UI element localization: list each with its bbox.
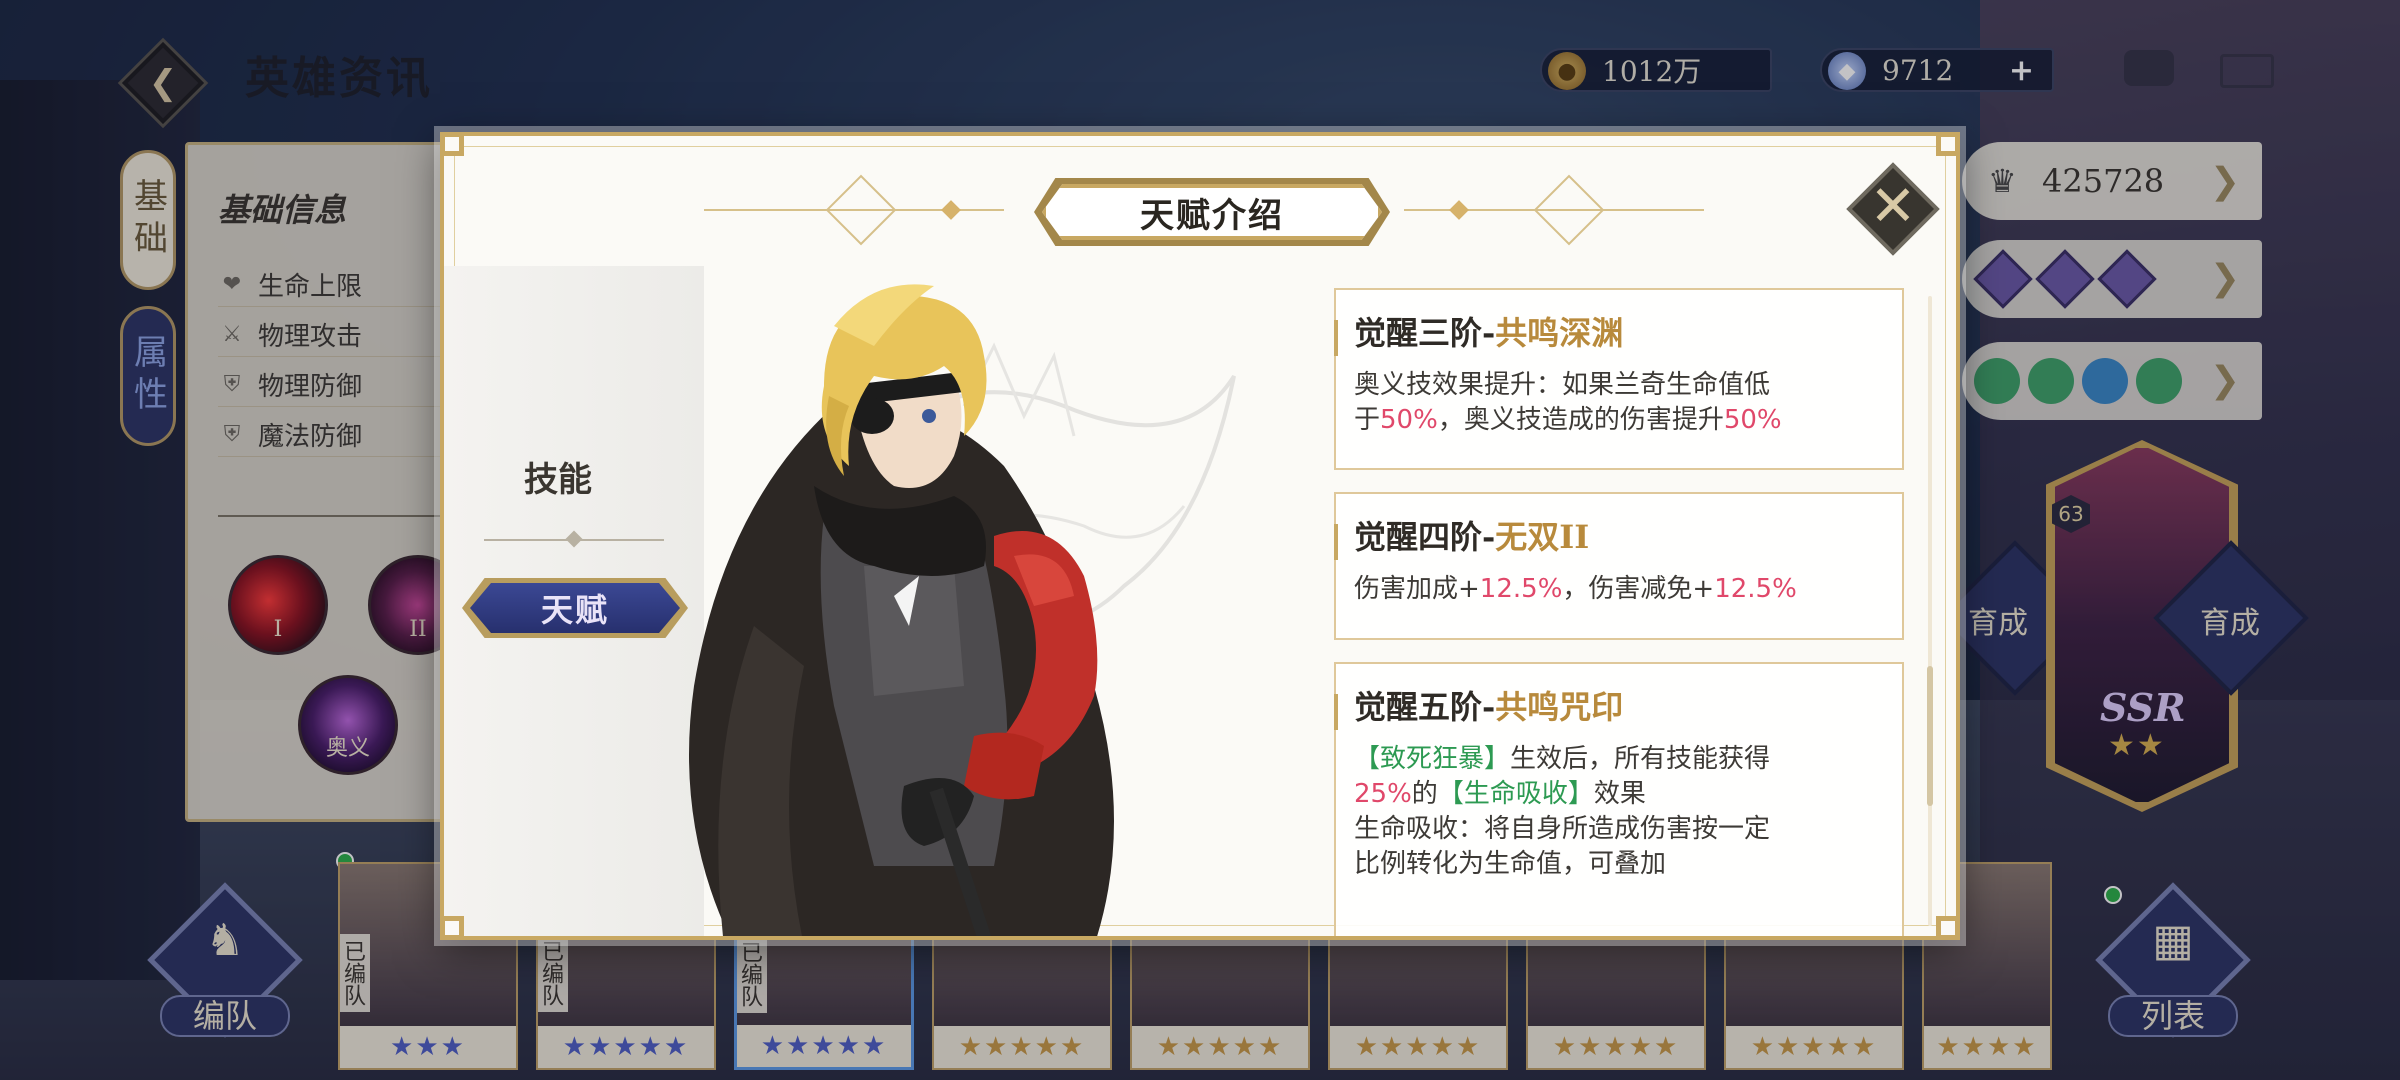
talent-title: 觉醒四阶-无双II bbox=[1354, 512, 1884, 558]
talent-name: 共鸣深渊 bbox=[1495, 314, 1624, 352]
talent-description: 奥义技效果提升：如果兰奇生命值低 于50%，奥义技造成的伤害提升50% bbox=[1354, 368, 1884, 438]
header-ornament-diamond bbox=[825, 174, 897, 246]
talent-modal: 天赋介绍 技能 天赋 觉醒三阶-共鸣深渊 奥义技效果提升：如果兰奇生命值低 于5… bbox=[440, 132, 1960, 940]
talent-description: 伤害加成+12.5%，伤害减免+12.5% bbox=[1354, 572, 1884, 607]
talent-list[interactable]: 觉醒三阶-共鸣深渊 奥义技效果提升：如果兰奇生命值低 于50%，奥义技造成的伤害… bbox=[1334, 288, 1914, 936]
header-ornament-dot bbox=[941, 200, 961, 220]
desc-value: 12.5% bbox=[1479, 574, 1563, 604]
modal-title-box: 天赋介绍 bbox=[1042, 184, 1382, 240]
talent-prefix: 觉醒五阶- bbox=[1354, 688, 1496, 726]
corner-ornament bbox=[444, 916, 464, 936]
talent-desc-line: 比例转化为生命值，可叠加 bbox=[1354, 849, 1667, 879]
desc-value: 50% bbox=[1723, 405, 1782, 435]
talent-title: 觉醒五阶-共鸣咒印 bbox=[1354, 682, 1884, 728]
desc-value: 25% bbox=[1354, 779, 1412, 809]
desc-text: 于 bbox=[1354, 405, 1381, 435]
hero-character-art bbox=[689, 284, 1114, 936]
talent-desc-line: 于50%，奥义技造成的伤害提升50% bbox=[1354, 403, 1884, 438]
talent-card-awaken-5: 觉醒五阶-共鸣咒印 【致死狂暴】生效后，所有技能获得 25%的【生命吸收】效果 … bbox=[1334, 662, 1904, 936]
talent-desc-line: 伤害加成+12.5%，伤害减免+12.5% bbox=[1354, 572, 1884, 607]
talent-prefix: 觉醒四阶- bbox=[1354, 518, 1496, 556]
desc-text: 伤害加成+ bbox=[1354, 574, 1480, 604]
talent-prefix: 觉醒三阶- bbox=[1354, 314, 1496, 352]
talent-desc-line: 【致死狂暴】生效后，所有技能获得 bbox=[1354, 742, 1884, 777]
talent-desc-line: 25%的【生命吸收】效果 bbox=[1354, 777, 1884, 812]
talent-card-awaken-3: 觉醒三阶-共鸣深渊 奥义技效果提升：如果兰奇生命值低 于50%，奥义技造成的伤害… bbox=[1334, 288, 1904, 470]
desc-text: 生效后，所有技能获得 bbox=[1510, 744, 1771, 774]
header-ornament-diamond bbox=[1533, 174, 1605, 246]
talent-name: 共鸣咒印 bbox=[1495, 688, 1624, 726]
talent-list-scrollbar[interactable] bbox=[1927, 666, 1933, 806]
desc-keyword: 【生命吸收】 bbox=[1437, 779, 1594, 809]
desc-value: 12.5% bbox=[1714, 574, 1797, 604]
desc-text: ，伤害减免+ bbox=[1562, 574, 1715, 604]
header-ornament-dot bbox=[1449, 200, 1469, 220]
corner-ornament bbox=[444, 136, 464, 156]
talent-desc-line: 生命吸收：将自身所造成伤害按一定 bbox=[1354, 814, 1771, 844]
talent-name: 无双II bbox=[1495, 518, 1590, 556]
desc-text: ，奥义技造成的伤害提升 bbox=[1437, 405, 1724, 435]
modal-title: 天赋介绍 bbox=[1140, 195, 1284, 236]
talent-desc-line: 奥义技效果提升：如果兰奇生命值低 bbox=[1354, 370, 1771, 400]
close-icon[interactable]: ✕ bbox=[1860, 174, 1926, 240]
corner-ornament bbox=[1936, 136, 1956, 156]
talent-card-awaken-4: 觉醒四阶-无双II 伤害加成+12.5%，伤害减免+12.5% bbox=[1334, 492, 1904, 640]
desc-value: 50% bbox=[1380, 405, 1438, 435]
desc-text: 的 bbox=[1411, 779, 1438, 809]
desc-text: 效果 bbox=[1593, 779, 1646, 809]
talent-description: 【致死狂暴】生效后，所有技能获得 25%的【生命吸收】效果 生命吸收：将自身所造… bbox=[1354, 742, 1884, 882]
talent-title: 觉醒三阶-共鸣深渊 bbox=[1354, 308, 1884, 354]
desc-keyword: 【致死狂暴】 bbox=[1354, 744, 1511, 774]
corner-ornament bbox=[1936, 916, 1956, 936]
scroll-track bbox=[1928, 296, 1932, 926]
